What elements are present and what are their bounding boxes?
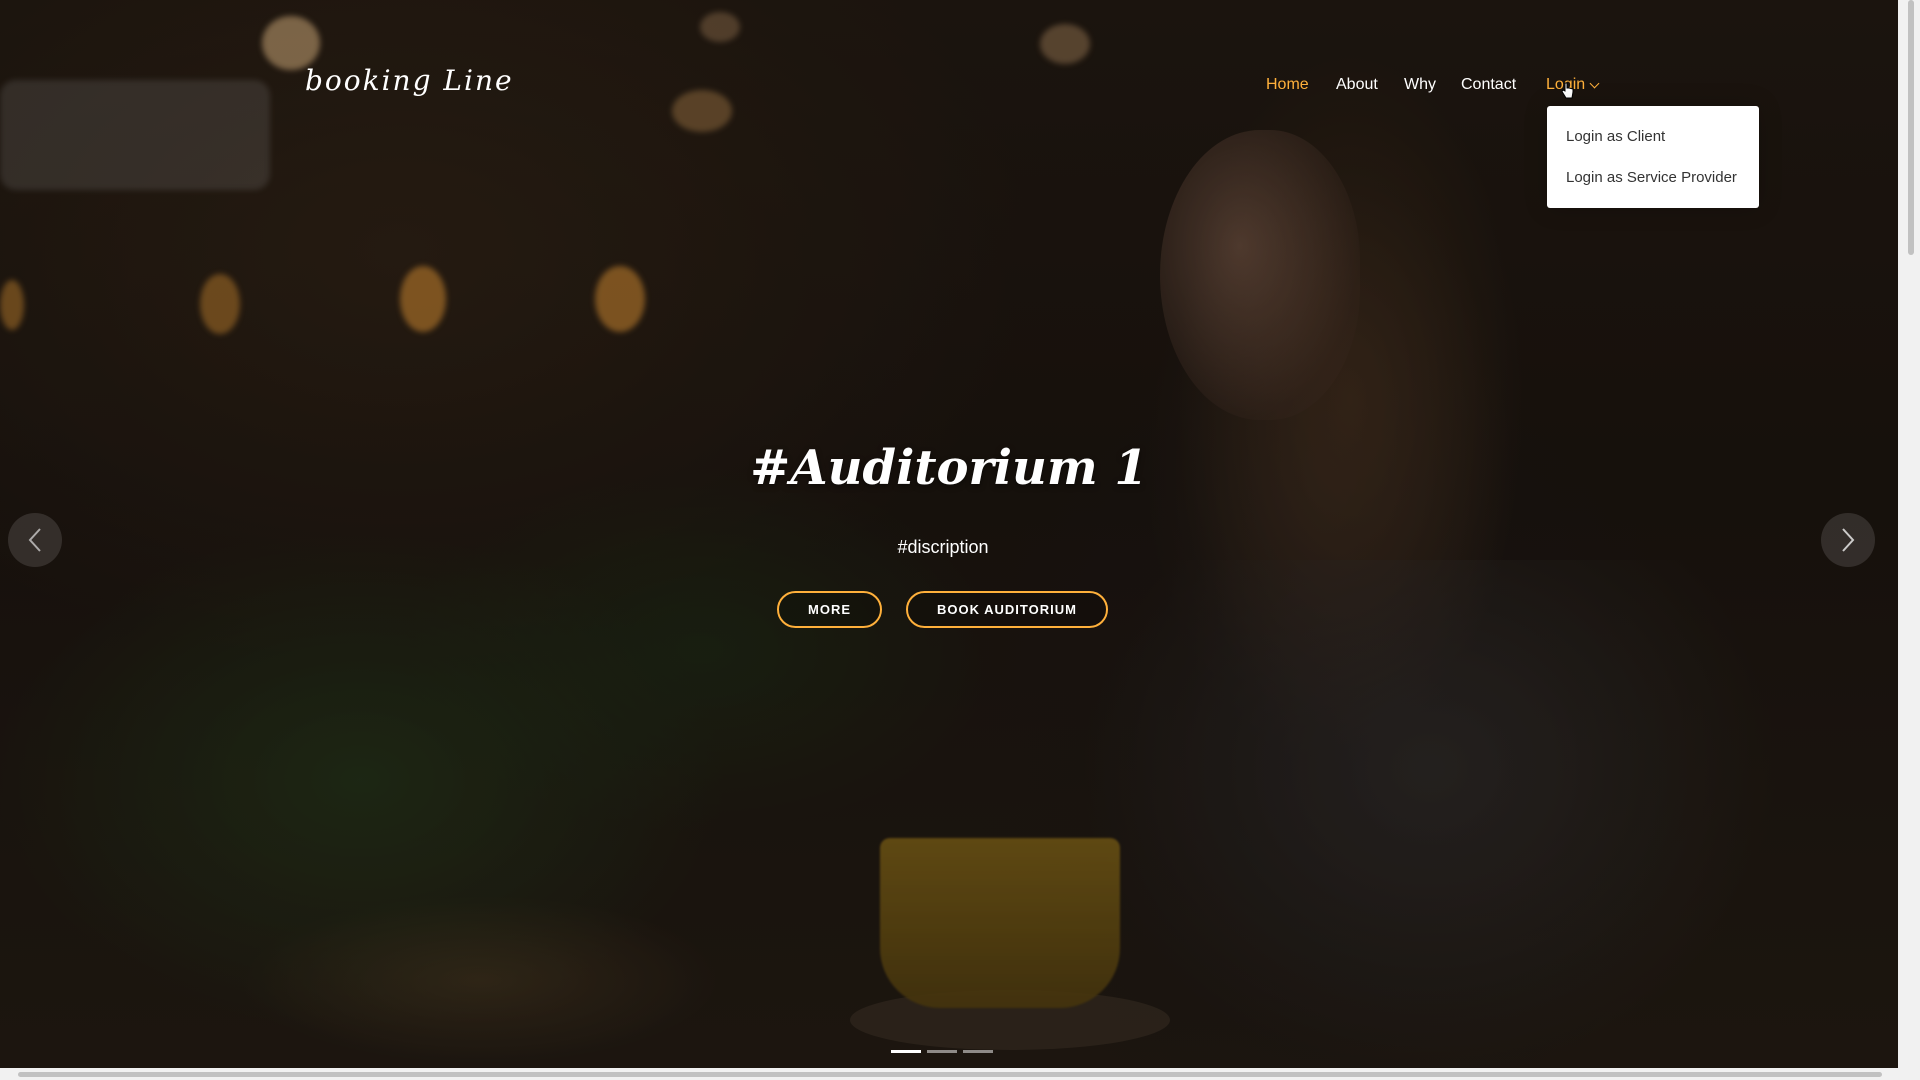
chevron-left-icon (28, 528, 41, 552)
horizontal-scrollbar-thumb[interactable] (18, 1072, 1882, 1077)
bokeh-light (0, 280, 24, 330)
carousel-indicators (891, 1050, 993, 1053)
login-as-client-item[interactable]: Login as Client (1566, 128, 1665, 145)
chevron-right-icon (1842, 528, 1855, 552)
bokeh-light (200, 274, 240, 334)
bokeh-light (1040, 24, 1090, 64)
login-as-service-provider-item[interactable]: Login as Service Provider (1566, 169, 1737, 186)
login-dropdown-menu: Login as Client Login as Service Provide… (1547, 106, 1759, 208)
sweater-shape (1080, 560, 1780, 1068)
coffee-cup-shape (880, 838, 1120, 1008)
main-nav: Home About Why Contact Login (0, 76, 1920, 106)
hero-description: #discription (897, 537, 989, 557)
woman-face-shape (1160, 130, 1360, 420)
nav-contact-link[interactable]: Contact (1461, 76, 1516, 94)
book-auditorium-button[interactable]: BOOK AUDITORIUM (906, 591, 1108, 628)
bokeh-light (400, 266, 446, 332)
nav-why-link[interactable]: Why (1404, 76, 1436, 94)
nav-login-label: Login (1546, 76, 1586, 93)
carousel-indicator[interactable] (927, 1050, 957, 1053)
nav-home-link[interactable]: Home (1266, 76, 1309, 94)
bokeh-light (700, 12, 740, 42)
carousel-indicator[interactable] (891, 1050, 921, 1053)
chevron-down-icon (1589, 78, 1600, 88)
bokeh-light (595, 266, 645, 332)
nav-about-link[interactable]: About (1336, 76, 1378, 94)
carousel-prev-button[interactable] (8, 513, 62, 567)
more-button[interactable]: MORE (777, 591, 882, 628)
hero-title: #Auditorium 1 (750, 440, 1148, 496)
bokeh-light (262, 16, 320, 70)
carousel-indicator[interactable] (963, 1050, 993, 1053)
nav-login-dropdown[interactable]: Login (1546, 76, 1600, 94)
carousel-next-button[interactable] (1821, 513, 1875, 567)
saucer-shape (850, 990, 1170, 1050)
vertical-scrollbar-thumb[interactable] (1908, 0, 1914, 255)
